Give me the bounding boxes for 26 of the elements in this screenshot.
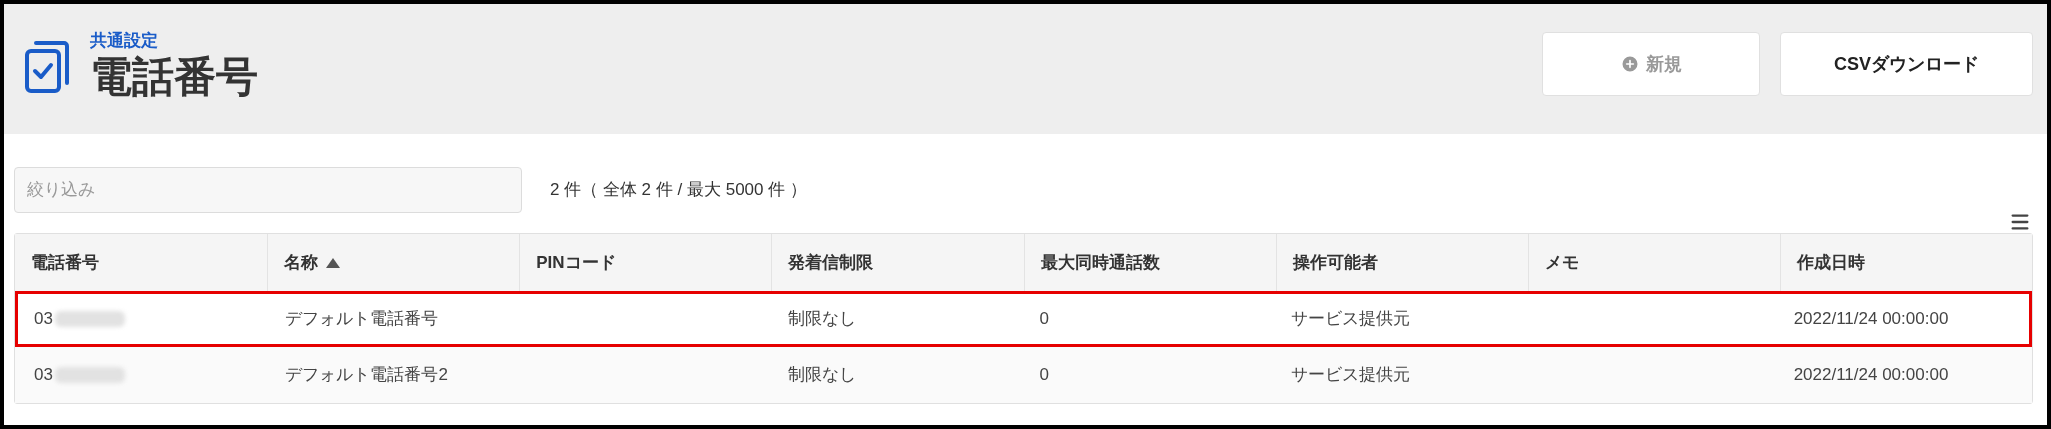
blurred-text-mark xyxy=(54,311,125,327)
table-row[interactable]: 03 デフォルト電話番号 制限なし 0 サービス提供元 2022/11/24 00:00:00 xyxy=(15,291,2032,347)
table-cell-text: デフォルト電話番号 xyxy=(285,308,439,331)
blurred-text-mark xyxy=(54,367,125,383)
menu-icon[interactable] xyxy=(2009,211,2031,233)
page-title: 電話番号 xyxy=(90,52,258,103)
table-cell-text: 0 xyxy=(1039,308,1049,331)
table-cell-text: 03 xyxy=(34,308,53,331)
table-cell-text: 制限なし xyxy=(788,364,857,387)
table-cell-text: デフォルト電話番号2 xyxy=(285,364,448,387)
table-cell-text: サービス提供元 xyxy=(1290,308,1410,331)
csv-download-button[interactable]: CSVダウンロード xyxy=(1780,32,2033,96)
plus-circle-icon xyxy=(1620,54,1640,74)
table-cell-text: サービス提供元 xyxy=(1290,364,1410,387)
table-cell-text: 制限なし xyxy=(788,308,857,331)
table-cell-text: 03 xyxy=(34,364,53,387)
breadcrumb-category[interactable]: 共通設定 xyxy=(90,30,258,52)
result-count: 2 件（ 全体 2 件 / 最大 5000 件 ） xyxy=(550,179,807,202)
checkbox-pages-icon xyxy=(24,38,70,95)
filter-field[interactable]: 絞り込み xyxy=(14,167,522,213)
table-cell-text: 2022/11/24 00:00:00 xyxy=(1793,308,1949,331)
table-row[interactable]: 03 デフォルト電話番号2 制限なし 0 サービス提供元 2022/11/24 00:00:00 xyxy=(15,347,2032,403)
column-header[interactable]: 電話番号 xyxy=(15,234,268,291)
table-cell-text: 2022/11/24 00:00:00 xyxy=(1793,364,1949,387)
sort-ascending-icon xyxy=(326,257,341,268)
table-cell-text: 0 xyxy=(1039,364,1049,387)
